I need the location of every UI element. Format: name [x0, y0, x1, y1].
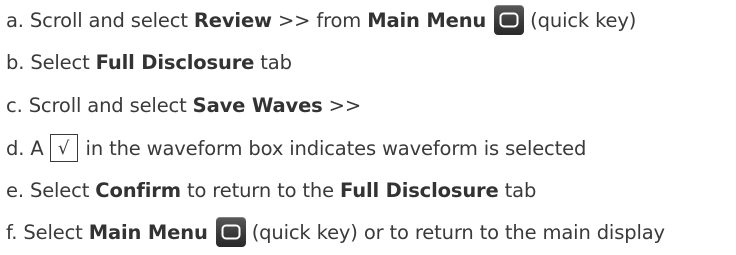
step-text: (quick key) or to return to the main dis… — [251, 220, 665, 244]
step-text: A — [30, 136, 44, 160]
step-text: Select — [29, 178, 96, 202]
step-marker: d. — [6, 136, 25, 160]
step-b: b. Select Full Disclosure tab — [6, 44, 292, 80]
step-marker: c. — [6, 93, 23, 117]
step-text: tab — [498, 178, 537, 202]
step-text: Select — [30, 50, 96, 74]
save-waves-term: Save Waves — [192, 93, 323, 117]
instruction-list: a. Scroll and select Review >> from Main… — [0, 0, 736, 255]
review-term: Review — [193, 8, 272, 32]
full-disclosure-term: Full Disclosure — [95, 50, 255, 74]
step-text: (quick key) — [530, 8, 637, 32]
step-marker: f. — [6, 220, 18, 244]
main-menu-term: Main Menu — [88, 220, 208, 244]
step-e: e. Select Confirm to return to the Full … — [6, 172, 536, 208]
step-a: a. Scroll and select Review >> from Main… — [6, 2, 636, 38]
step-text: Scroll and select — [28, 93, 193, 117]
step-text: to return to the — [180, 178, 341, 202]
full-disclosure-term: Full Disclosure — [340, 178, 499, 202]
step-text: Select — [23, 220, 89, 244]
confirm-term: Confirm — [95, 178, 181, 202]
step-marker: a. — [6, 8, 24, 32]
step-text: Scroll and select — [29, 8, 194, 32]
step-text: tab — [254, 50, 292, 74]
main-menu-key-icon — [494, 5, 525, 35]
main-menu-term: Main Menu — [367, 8, 487, 32]
step-text: >> — [322, 93, 362, 117]
step-d: d. A √ in the waveform box indicates wav… — [6, 130, 586, 166]
checkmark-box-icon: √ — [49, 134, 78, 162]
step-c: c. Scroll and select Save Waves >> — [6, 87, 361, 123]
step-marker: e. — [6, 178, 24, 202]
step-text: >> from — [271, 8, 368, 32]
step-marker: b. — [6, 50, 25, 74]
step-text: in the waveform box indicates waveform i… — [85, 136, 587, 160]
main-menu-key-icon — [215, 217, 246, 247]
step-f: f. Select Main Menu (quick key) or to re… — [6, 214, 665, 250]
